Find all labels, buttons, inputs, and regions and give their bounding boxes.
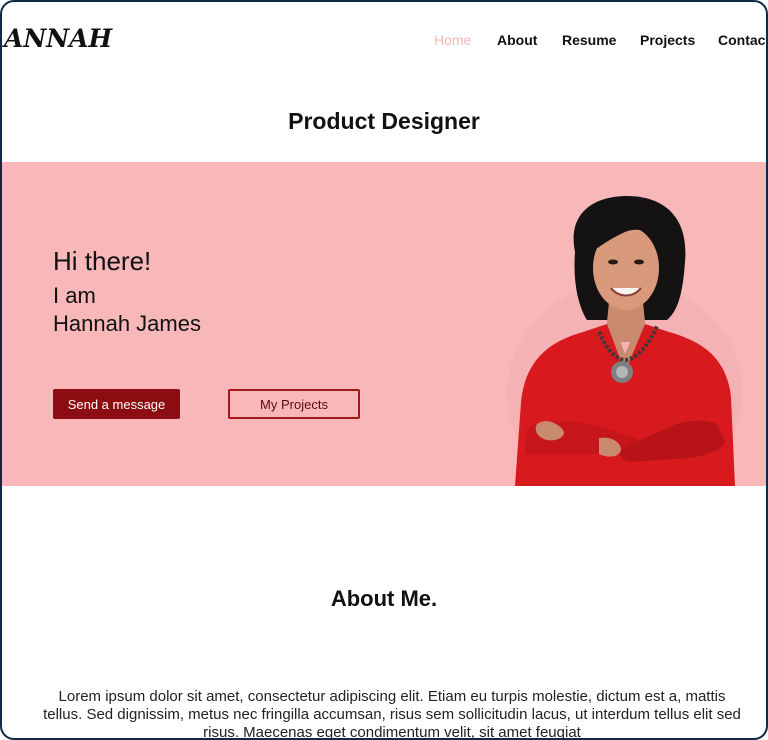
about-paragraph: Lorem ipsum dolor sit amet, consectetur … bbox=[43, 688, 741, 740]
hero-name: Hannah James bbox=[53, 311, 201, 336]
nav-projects[interactable]: Projects bbox=[640, 32, 695, 48]
hero-greeting: Hi there! bbox=[53, 246, 152, 276]
nav-contact[interactable]: Contact bbox=[718, 32, 766, 48]
send-message-button[interactable]: Send a message bbox=[53, 389, 180, 419]
portrait-photo bbox=[507, 196, 742, 486]
hero-intro: I am Hannah James bbox=[53, 282, 201, 338]
role-title: Product Designer bbox=[288, 108, 480, 134]
nav-about[interactable]: About bbox=[497, 32, 537, 48]
nav-home[interactable]: Home bbox=[434, 32, 471, 48]
hero-section: Hi there! I am Hannah James Send a messa… bbox=[2, 162, 766, 486]
browser-frame: ANNAH Home About Resume Projects Contact… bbox=[0, 0, 768, 740]
main-nav: Home About Resume Projects Contact bbox=[2, 32, 766, 50]
nav-resume[interactable]: Resume bbox=[562, 32, 616, 48]
my-projects-button[interactable]: My Projects bbox=[228, 389, 360, 419]
hero-intro-line: I am bbox=[53, 283, 96, 308]
about-title: About Me. bbox=[330, 586, 438, 611]
